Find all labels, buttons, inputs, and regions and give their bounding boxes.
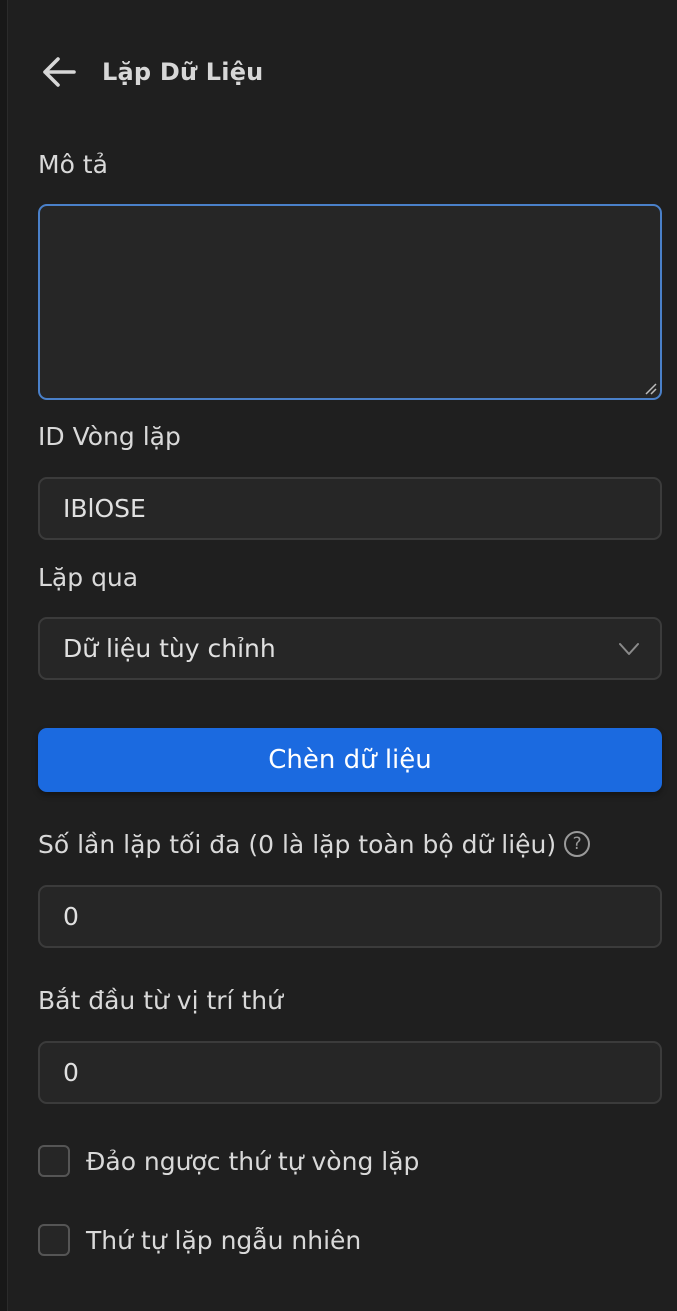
arrow-left-icon [43, 57, 76, 87]
chevron-down-icon [619, 642, 639, 655]
random-order-option[interactable]: Thứ tự lặp ngẫu nhiên [38, 1224, 361, 1256]
description-textarea[interactable] [38, 204, 662, 400]
max-loops-value: 0 [63, 902, 79, 931]
question-circle-icon[interactable]: ? [564, 831, 591, 857]
reverse-order-label: Đảo ngược thứ tự vòng lặp [86, 1146, 420, 1176]
reverse-order-option[interactable]: Đảo ngược thứ tự vòng lặp [38, 1145, 419, 1177]
start-index-input[interactable]: 0 [38, 1041, 662, 1104]
random-order-label: Thứ tự lặp ngẫu nhiên [86, 1225, 362, 1255]
random-order-checkbox[interactable] [38, 1224, 70, 1256]
back-button[interactable] [40, 50, 84, 94]
loop-through-label: Lặp qua [38, 563, 139, 592]
page-title: Lặp Dữ Liệu [102, 58, 264, 86]
loop-through-select[interactable]: Dữ liệu tùy chỉnh [38, 617, 662, 680]
loop-through-value: Dữ liệu tùy chỉnh [63, 634, 276, 663]
max-loops-label-text: Số lần lặp tối đa (0 là lặp toàn bộ dữ l… [38, 830, 557, 859]
insert-data-button[interactable]: Chèn dữ liệu [38, 728, 662, 792]
panel-left-edge [0, 0, 8, 1311]
panel-header: Lặp Dữ Liệu [40, 50, 263, 94]
description-label: Mô tả [38, 150, 108, 179]
loop-id-label: ID Vòng lặp [38, 422, 181, 451]
loop-id-input[interactable]: IBlOSE [38, 477, 662, 540]
max-loops-input[interactable]: 0 [38, 885, 662, 948]
start-index-label: Bắt đầu từ vị trí thứ [38, 986, 283, 1015]
start-index-value: 0 [63, 1058, 79, 1087]
resize-handle-icon[interactable] [643, 381, 657, 395]
reverse-order-checkbox[interactable] [38, 1145, 70, 1177]
loop-id-value: IBlOSE [63, 494, 146, 523]
max-loops-label: Số lần lặp tối đa (0 là lặp toàn bộ dữ l… [38, 830, 591, 859]
